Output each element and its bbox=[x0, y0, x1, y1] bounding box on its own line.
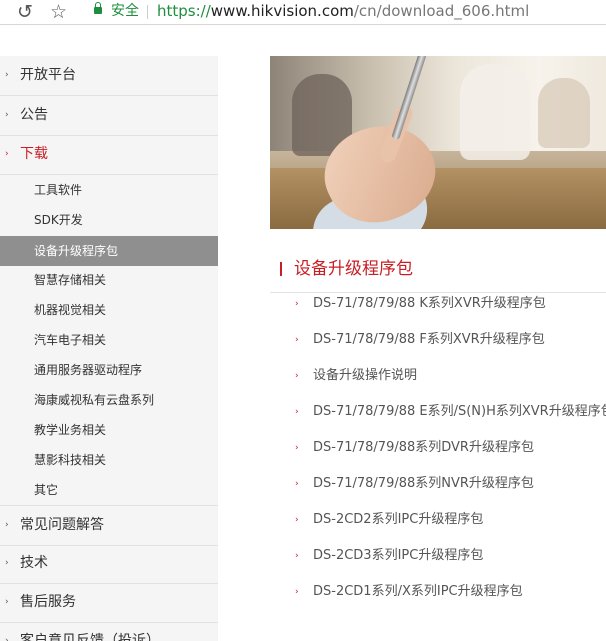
sidebar-item-feedback[interactable]: › 客户意见反馈（投诉） bbox=[0, 622, 218, 641]
subitem-label: 教学业务相关 bbox=[34, 423, 107, 437]
sidebar-item-tech[interactable]: › 技术 bbox=[0, 544, 218, 584]
chevron-right-icon: › bbox=[5, 597, 9, 607]
subitem-label: 慧影科技相关 bbox=[34, 453, 107, 467]
chevron-right-icon: › bbox=[5, 636, 9, 641]
download-link-label: DS-2CD3系列IPC升级程序包 bbox=[313, 548, 484, 563]
subitem-label: 海康威视私有云盘系列 bbox=[34, 393, 155, 407]
download-link-label: DS-71/78/79/88 E系列/S(N)H系列XVR升级程序包 bbox=[313, 404, 606, 419]
subitem-label: 汽车电子相关 bbox=[34, 333, 107, 347]
download-link-label: DS-71/78/79/88系列NVR升级程序包 bbox=[313, 476, 534, 491]
sidebar-item-download[interactable]: › 下载 bbox=[0, 135, 218, 175]
chevron-right-icon: › bbox=[5, 110, 9, 120]
chevron-right-icon: › bbox=[295, 299, 299, 309]
download-link-label: DS-2CD2系列IPC升级程序包 bbox=[313, 512, 484, 527]
sidebar-item-label: 技术 bbox=[20, 555, 48, 571]
section-header: 设备升级程序包 bbox=[270, 246, 606, 293]
sidebar-nav: › 开放平台 › 公告 › 下载 工具软件 SDK开发 设备升级程序包 智慧存储… bbox=[0, 56, 218, 641]
sidebar-subitem-tools[interactable]: 工具软件 bbox=[0, 175, 218, 205]
url-host: www.hikvision.com bbox=[210, 2, 354, 20]
chevron-right-icon: › bbox=[295, 443, 299, 453]
download-link[interactable]: › DS-71/78/79/88 E系列/S(N)H系列XVR升级程序包 bbox=[270, 395, 606, 431]
star-icon[interactable]: ☆ bbox=[50, 0, 67, 24]
chevron-right-icon: › bbox=[295, 551, 299, 561]
chevron-right-icon: › bbox=[5, 70, 9, 80]
chevron-right-icon: › bbox=[295, 335, 299, 345]
banner-figure bbox=[460, 64, 530, 160]
chevron-right-icon: › bbox=[295, 479, 299, 489]
chevron-right-icon: › bbox=[5, 520, 9, 530]
download-link-label: 设备升级操作说明 bbox=[313, 368, 418, 383]
subitem-label: SDK开发 bbox=[34, 213, 83, 227]
chevron-right-icon: › bbox=[295, 587, 299, 597]
subitem-label: 通用服务器驱动程序 bbox=[34, 363, 143, 377]
chevron-right-icon: › bbox=[295, 407, 299, 417]
browser-toolbar: ‹ ↺ ☆ 安全 https://www.hikvision.com/cn/do… bbox=[0, 0, 606, 25]
sidebar-item-label: 下载 bbox=[20, 146, 48, 162]
chevron-right-icon: › bbox=[5, 149, 9, 159]
url-path: /cn/download_606.html bbox=[353, 2, 530, 20]
chevron-right-icon: › bbox=[295, 515, 299, 525]
download-link[interactable]: › DS-71/78/79/88系列DVR升级程序包 bbox=[270, 431, 606, 467]
banner-image bbox=[270, 56, 606, 229]
sidebar-subitem-machine-vision[interactable]: 机器视觉相关 bbox=[0, 295, 218, 325]
subitem-label: 其它 bbox=[34, 483, 59, 497]
subitem-label: 工具软件 bbox=[34, 183, 83, 197]
subitem-label: 机器视觉相关 bbox=[34, 303, 107, 317]
download-link[interactable]: › DS-2CD1系列/X系列IPC升级程序包 bbox=[270, 575, 606, 611]
page-title: 设备升级程序包 bbox=[294, 259, 413, 279]
download-link[interactable]: › DS-2CD2系列IPC升级程序包 bbox=[270, 503, 606, 539]
download-link[interactable]: › 设备升级操作说明 bbox=[270, 359, 606, 395]
sidebar-item-label: 客户意见反馈（投诉） bbox=[20, 633, 160, 641]
back-icon[interactable]: ‹ bbox=[0, 0, 2, 24]
sidebar-subitem-other[interactable]: 其它 bbox=[0, 475, 218, 505]
sidebar-item-faq[interactable]: › 常见问题解答 bbox=[0, 505, 218, 546]
address-bar[interactable]: https://www.hikvision.com/cn/download_60… bbox=[157, 2, 529, 20]
sidebar-item-label: 开放平台 bbox=[20, 67, 76, 83]
sidebar-subitem-server-drivers[interactable]: 通用服务器驱动程序 bbox=[0, 355, 218, 385]
secure-label: 安全 bbox=[111, 3, 139, 19]
download-link-label: DS-71/78/79/88系列DVR升级程序包 bbox=[313, 440, 534, 455]
sidebar-item-label: 公告 bbox=[20, 107, 48, 123]
sidebar-subitem-automotive[interactable]: 汽车电子相关 bbox=[0, 325, 218, 355]
lock-icon bbox=[94, 2, 102, 14]
section-accent-bar bbox=[280, 262, 282, 276]
chevron-right-icon: › bbox=[295, 371, 299, 381]
sidebar-subitem-sdk[interactable]: SDK开发 bbox=[0, 205, 218, 235]
download-link[interactable]: › DS-71/78/79/88 F系列XVR升级程序包 bbox=[270, 323, 606, 359]
sidebar-item-after-sales[interactable]: › 售后服务 bbox=[0, 583, 218, 623]
url-divider bbox=[147, 5, 148, 19]
download-link-label: DS-71/78/79/88 K系列XVR升级程序包 bbox=[313, 296, 546, 311]
banner-figure bbox=[538, 78, 590, 148]
chevron-right-icon: › bbox=[5, 558, 9, 568]
download-link[interactable]: › DS-71/78/79/88系列NVR升级程序包 bbox=[270, 467, 606, 503]
subitem-label: 设备升级程序包 bbox=[34, 244, 119, 258]
sidebar-subitem-education[interactable]: 教学业务相关 bbox=[0, 415, 218, 445]
subitem-label: 智慧存储相关 bbox=[34, 273, 107, 287]
reload-icon[interactable]: ↺ bbox=[17, 0, 33, 24]
sidebar-item-open-platform[interactable]: › 开放平台 bbox=[0, 56, 218, 96]
download-link[interactable]: › DS-2CD3系列IPC升级程序包 bbox=[270, 539, 606, 575]
url-scheme: https:// bbox=[157, 2, 211, 20]
sidebar-item-label: 售后服务 bbox=[20, 594, 76, 610]
sidebar-subitem-storage[interactable]: 智慧存储相关 bbox=[0, 265, 218, 295]
sidebar-subitem-private-cloud[interactable]: 海康威视私有云盘系列 bbox=[0, 385, 218, 415]
download-link-label: DS-2CD1系列/X系列IPC升级程序包 bbox=[313, 584, 523, 599]
sidebar-item-label: 常见问题解答 bbox=[20, 517, 104, 533]
sidebar-item-announcement[interactable]: › 公告 bbox=[0, 96, 218, 136]
download-link[interactable]: › DS-71/78/79/88 K系列XVR升级程序包 bbox=[270, 287, 606, 323]
sidebar-subitem-huiying[interactable]: 慧影科技相关 bbox=[0, 445, 218, 475]
download-link-label: DS-71/78/79/88 F系列XVR升级程序包 bbox=[313, 332, 545, 347]
sidebar-subitem-firmware[interactable]: 设备升级程序包 bbox=[0, 236, 218, 266]
